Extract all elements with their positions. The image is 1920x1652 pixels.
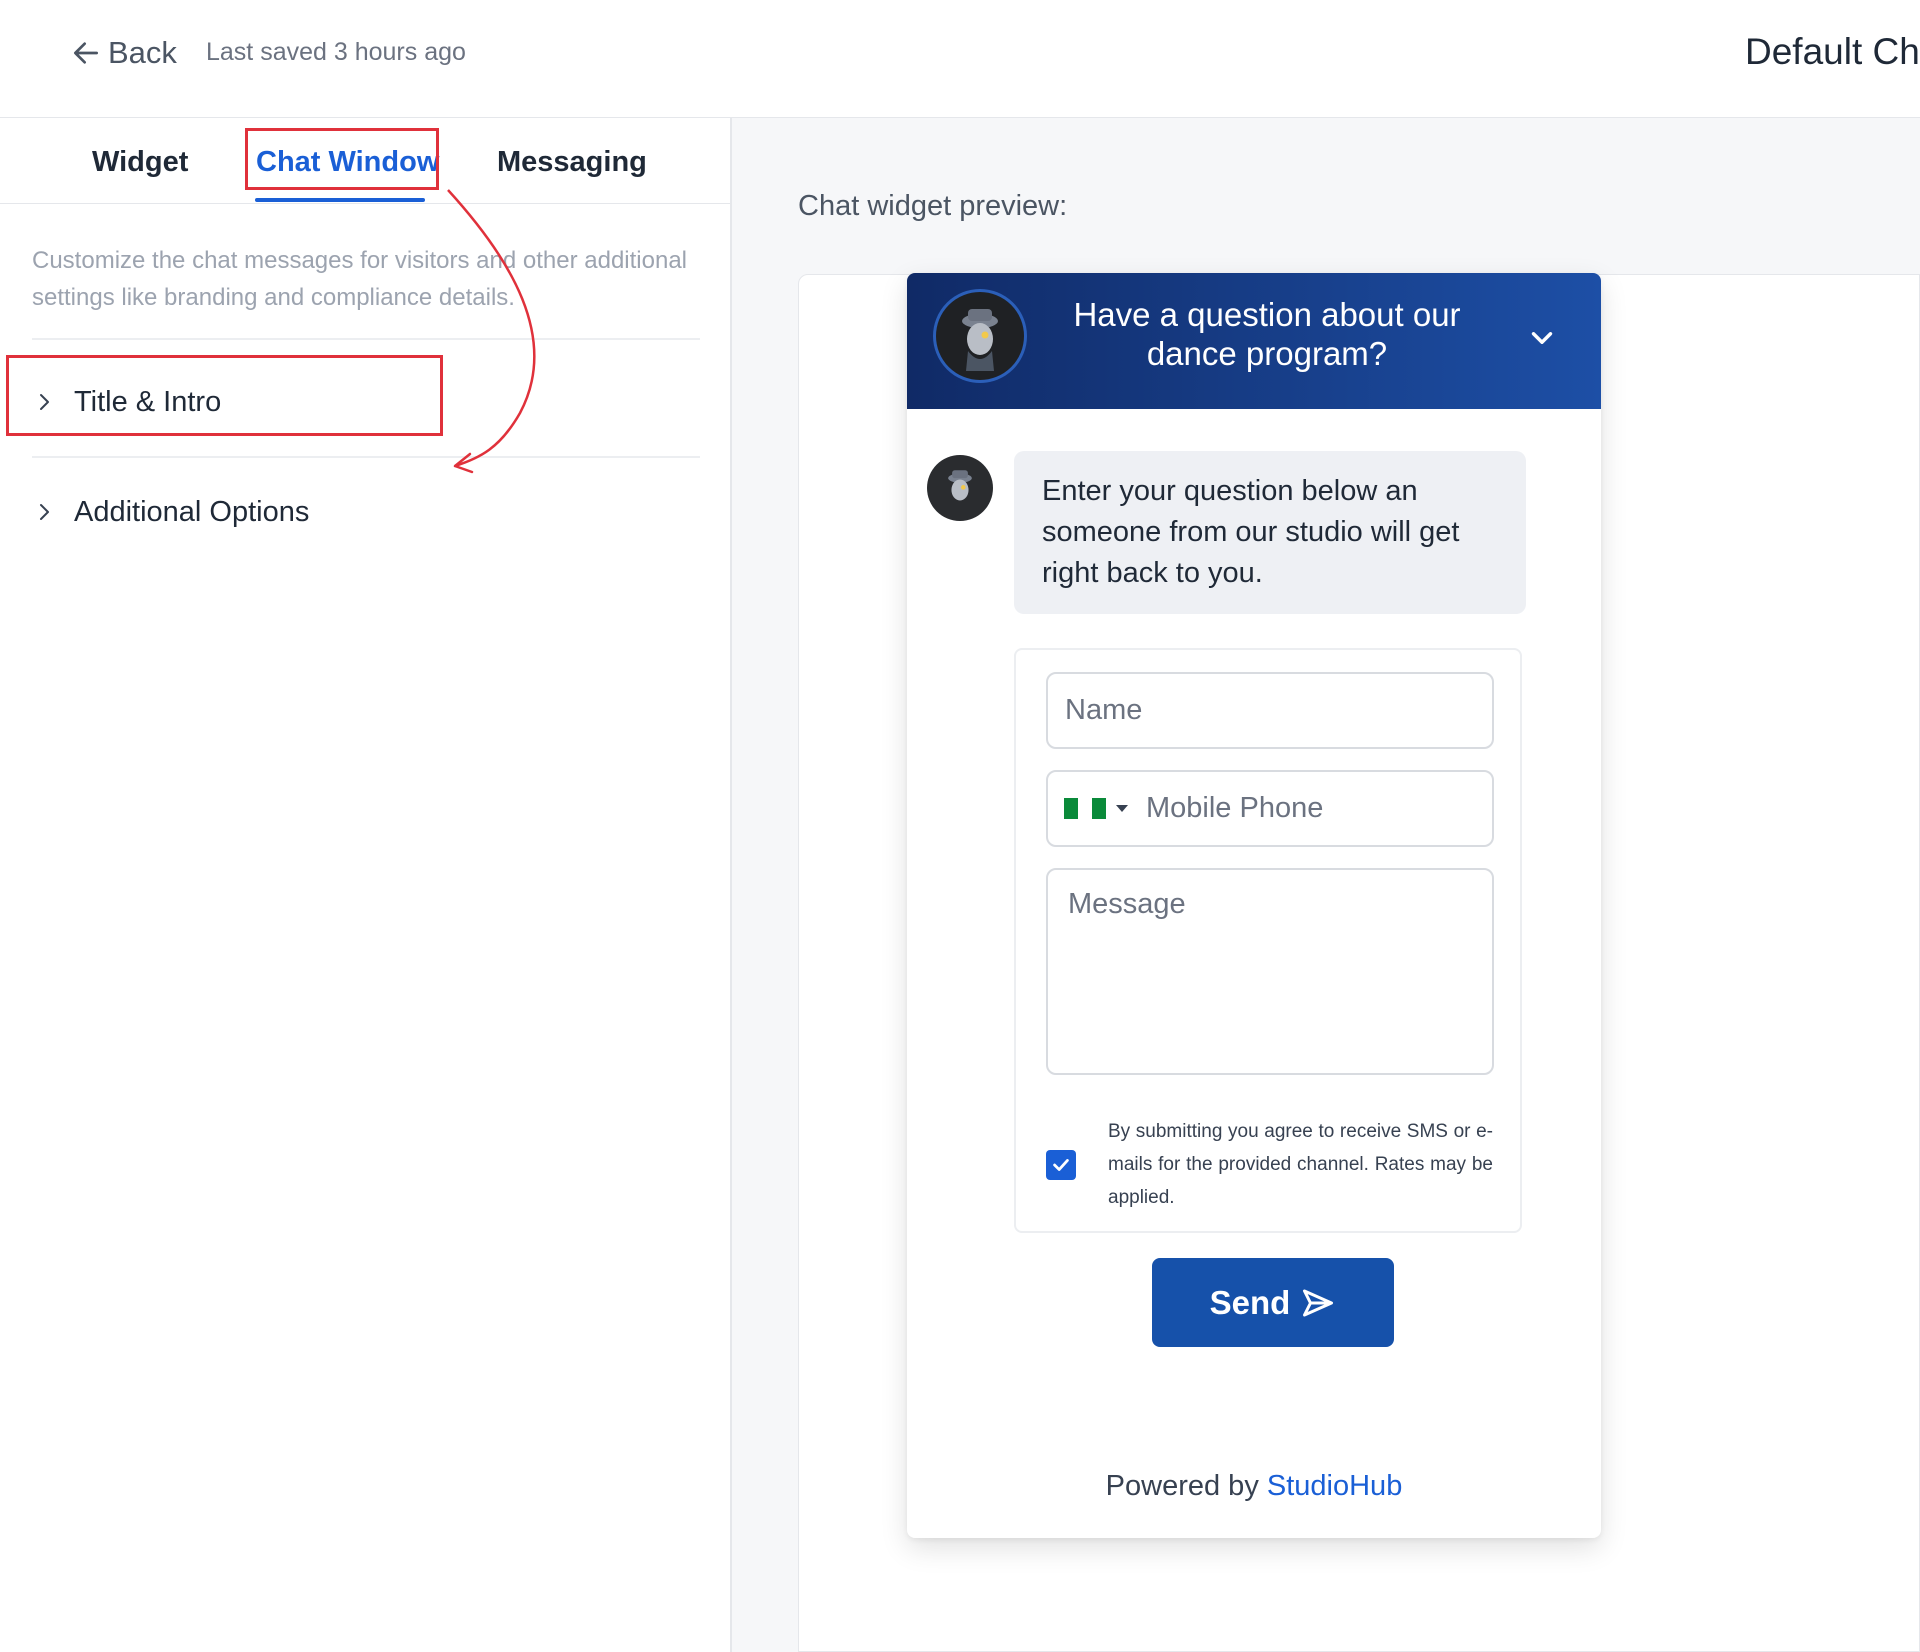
mobile-phone-input[interactable] xyxy=(1146,778,1466,839)
arrow-left-icon xyxy=(74,42,98,64)
name-input[interactable] xyxy=(1046,672,1494,749)
avatar-figure-icon xyxy=(948,470,972,501)
divider xyxy=(32,338,700,340)
intro-message-bubble: Enter your question below an someone fro… xyxy=(1014,451,1526,614)
section-title-intro[interactable]: Title & Intro xyxy=(32,372,700,432)
brand-link[interactable]: StudioHub xyxy=(1267,1470,1402,1502)
checkmark-icon xyxy=(1053,1159,1069,1171)
avatar-figure-icon xyxy=(962,309,998,371)
back-button[interactable]: Back xyxy=(70,34,177,72)
tab-widget[interactable]: Widget xyxy=(92,140,188,184)
send-icon xyxy=(1303,1289,1334,1316)
contact-form: By submitting you agree to receive SMS o… xyxy=(1014,648,1522,1233)
powered-by-text: Powered by xyxy=(1105,1470,1259,1502)
caret-down-icon[interactable] xyxy=(1116,805,1128,812)
last-saved-status: Last saved 3 hours ago xyxy=(206,38,466,66)
top-bar: Back Last saved 3 hours ago Default Ch xyxy=(0,0,1920,118)
tab-bar: Widget Chat Window Messaging xyxy=(0,118,730,204)
active-tab-indicator xyxy=(255,198,425,202)
consent-checkbox[interactable] xyxy=(1046,1150,1076,1180)
agent-avatar xyxy=(933,289,1027,383)
back-label: Back xyxy=(108,35,177,70)
phone-field xyxy=(1046,770,1494,847)
send-label: Send xyxy=(1209,1283,1291,1321)
message-avatar xyxy=(927,455,993,521)
settings-panel: Widget Chat Window Messaging Customize t… xyxy=(0,118,732,1652)
page-title: Default Ch xyxy=(1745,31,1920,72)
country-flag-icon[interactable] xyxy=(1064,798,1106,819)
tab-chat-window[interactable]: Chat Window xyxy=(256,140,439,184)
chevron-down-icon[interactable] xyxy=(1525,321,1559,355)
chevron-right-icon xyxy=(40,394,49,410)
consent-text: By submitting you agree to receive SMS o… xyxy=(1108,1121,1493,1208)
powered-by-footer: Powered by StudioHub xyxy=(907,1470,1601,1503)
chat-header-title: Have a question about our dance program? xyxy=(1073,296,1461,372)
tab-messaging[interactable]: Messaging xyxy=(497,140,647,184)
preview-label: Chat widget preview: xyxy=(798,190,1068,222)
send-button[interactable]: Send xyxy=(1152,1258,1394,1347)
settings-description: Customize the chat messages for visitors… xyxy=(32,247,687,311)
message-input[interactable] xyxy=(1046,868,1494,1075)
chevron-right-icon xyxy=(40,504,49,520)
section-additional-options[interactable]: Additional Options xyxy=(32,482,700,542)
section-label: Additional Options xyxy=(74,495,310,528)
chat-header: Have a question about our dance program? xyxy=(907,273,1601,409)
chat-widget-preview: Have a question about our dance program?… xyxy=(907,273,1601,1538)
divider xyxy=(32,456,700,458)
section-label: Title & Intro xyxy=(74,385,222,418)
